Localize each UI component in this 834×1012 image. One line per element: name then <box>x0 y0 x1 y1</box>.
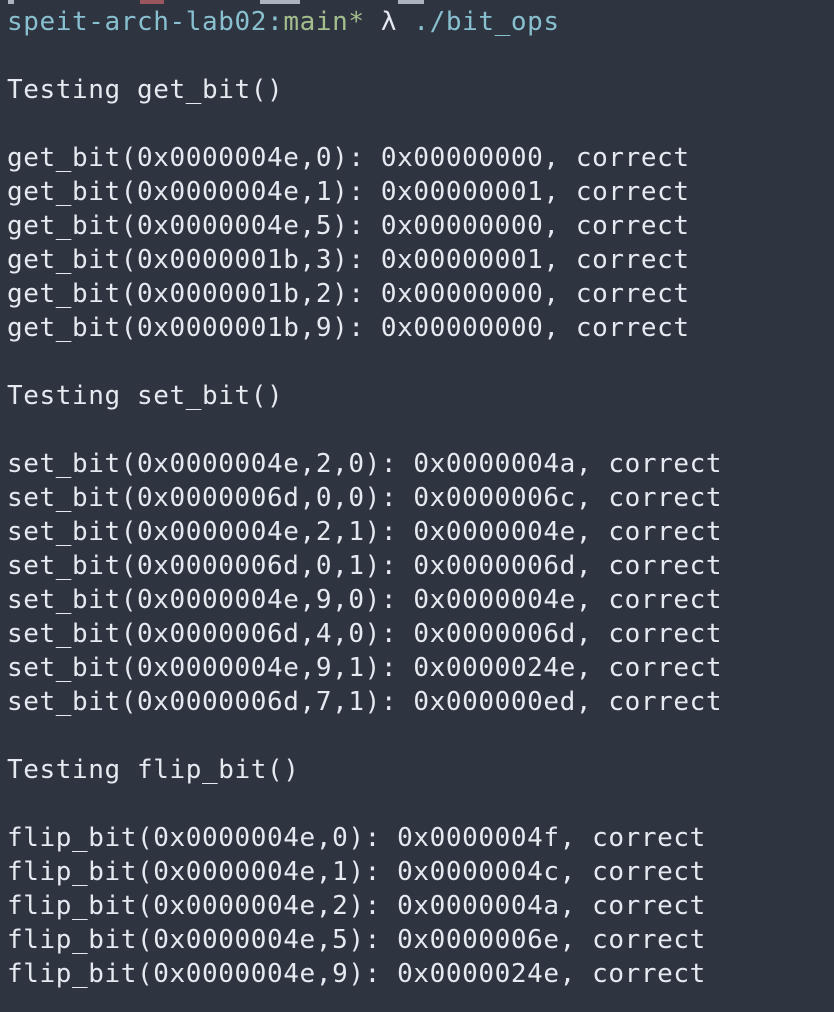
output-line: set_bit(0x0000004e,9,0): 0x0000004e, cor… <box>7 585 723 615</box>
output-line: get_bit(0x0000004e,1): 0x00000001, corre… <box>7 177 690 207</box>
prompt-git-branch: main <box>283 7 349 37</box>
output-line: get_bit(0x0000001b,9): 0x00000000, corre… <box>7 313 690 343</box>
prompt-command: ./bit_ops <box>413 7 560 37</box>
section-heading: Testing get_bit() <box>7 75 284 105</box>
output-line: set_bit(0x0000006d,0,1): 0x0000006d, cor… <box>7 551 723 581</box>
output-line: set_bit(0x0000004e,9,1): 0x0000024e, cor… <box>7 653 723 683</box>
section-heading: Testing flip_bit() <box>7 755 300 785</box>
prompt-separator: : <box>267 7 284 37</box>
output-line: get_bit(0x0000004e,0): 0x00000000, corre… <box>7 143 690 173</box>
prompt-hostname: speit-arch-lab02 <box>7 7 268 37</box>
output-line: set_bit(0x0000006d,4,0): 0x0000006d, cor… <box>7 619 723 649</box>
output-line: set_bit(0x0000006d,0,0): 0x0000006c, cor… <box>7 483 723 513</box>
terminal-window[interactable]: speit-arch-lab02:main* λ ./bit_ops Testi… <box>0 0 834 1012</box>
output-line: get_bit(0x0000004e,5): 0x00000000, corre… <box>7 211 690 241</box>
output-line: flip_bit(0x0000004e,1): 0x0000004c, corr… <box>7 857 706 887</box>
output-line: get_bit(0x0000001b,3): 0x00000001, corre… <box>7 245 690 275</box>
output-line: set_bit(0x0000004e,2,0): 0x0000004a, cor… <box>7 449 723 479</box>
prompt-dirty-marker: * <box>348 7 365 37</box>
output-line: set_bit(0x0000006d,7,1): 0x000000ed, cor… <box>7 687 723 717</box>
output-line: flip_bit(0x0000004e,2): 0x0000004a, corr… <box>7 891 706 921</box>
command-prompt-line: speit-arch-lab02:main* λ ./bit_ops <box>7 5 834 39</box>
output-line: flip_bit(0x0000004e,5): 0x0000006e, corr… <box>7 925 706 955</box>
output-line: set_bit(0x0000004e,2,1): 0x0000004e, cor… <box>7 517 723 547</box>
output-line: get_bit(0x0000001b,2): 0x00000000, corre… <box>7 279 690 309</box>
section-heading: Testing set_bit() <box>7 381 284 411</box>
output-line: flip_bit(0x0000004e,9): 0x0000024e, corr… <box>7 959 706 989</box>
prompt-symbol: λ <box>380 7 398 37</box>
clipped-previous-line <box>0 0 834 4</box>
output-line: flip_bit(0x0000004e,0): 0x0000004f, corr… <box>7 823 706 853</box>
